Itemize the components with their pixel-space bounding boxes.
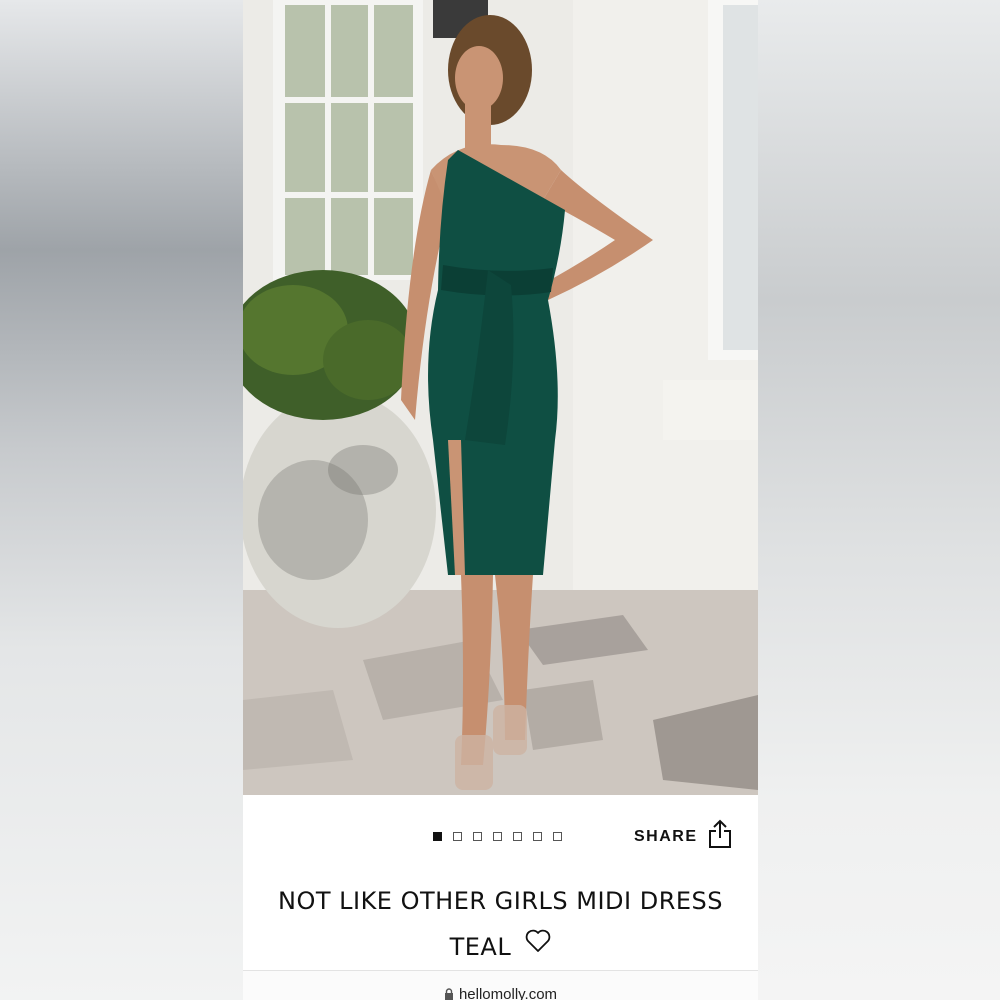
product-image[interactable] (243, 0, 758, 795)
carousel-dot[interactable] (433, 832, 442, 841)
product-photo-illustration (243, 0, 758, 795)
heart-outline-icon[interactable] (525, 922, 551, 968)
product-page: SHARE NOT LIKE OTHER GIRLS MIDI DRESS TE… (243, 0, 758, 1000)
browser-url-bar[interactable]: hellomolly.com (243, 970, 758, 1000)
background-blur-right (758, 0, 1000, 1000)
carousel-dot[interactable] (553, 832, 562, 841)
url-text: hellomolly.com (458, 986, 558, 1000)
share-button[interactable]: SHARE (634, 819, 732, 854)
image-carousel-indicators (433, 832, 562, 841)
carousel-dot[interactable] (513, 832, 522, 841)
product-title: NOT LIKE OTHER GIRLS MIDI DRESS TEAL (243, 878, 758, 971)
carousel-dot[interactable] (533, 832, 542, 841)
carousel-dot[interactable] (473, 832, 482, 841)
carousel-dot[interactable] (493, 832, 502, 841)
share-label: SHARE (634, 827, 698, 845)
background-blur-left (0, 0, 243, 1000)
carousel-dot[interactable] (453, 832, 462, 841)
lock-icon (444, 987, 454, 1000)
product-title-line1: NOT LIKE OTHER GIRLS MIDI DRESS (277, 887, 724, 915)
product-title-line2: TEAL (449, 933, 512, 961)
share-icon (708, 819, 732, 854)
